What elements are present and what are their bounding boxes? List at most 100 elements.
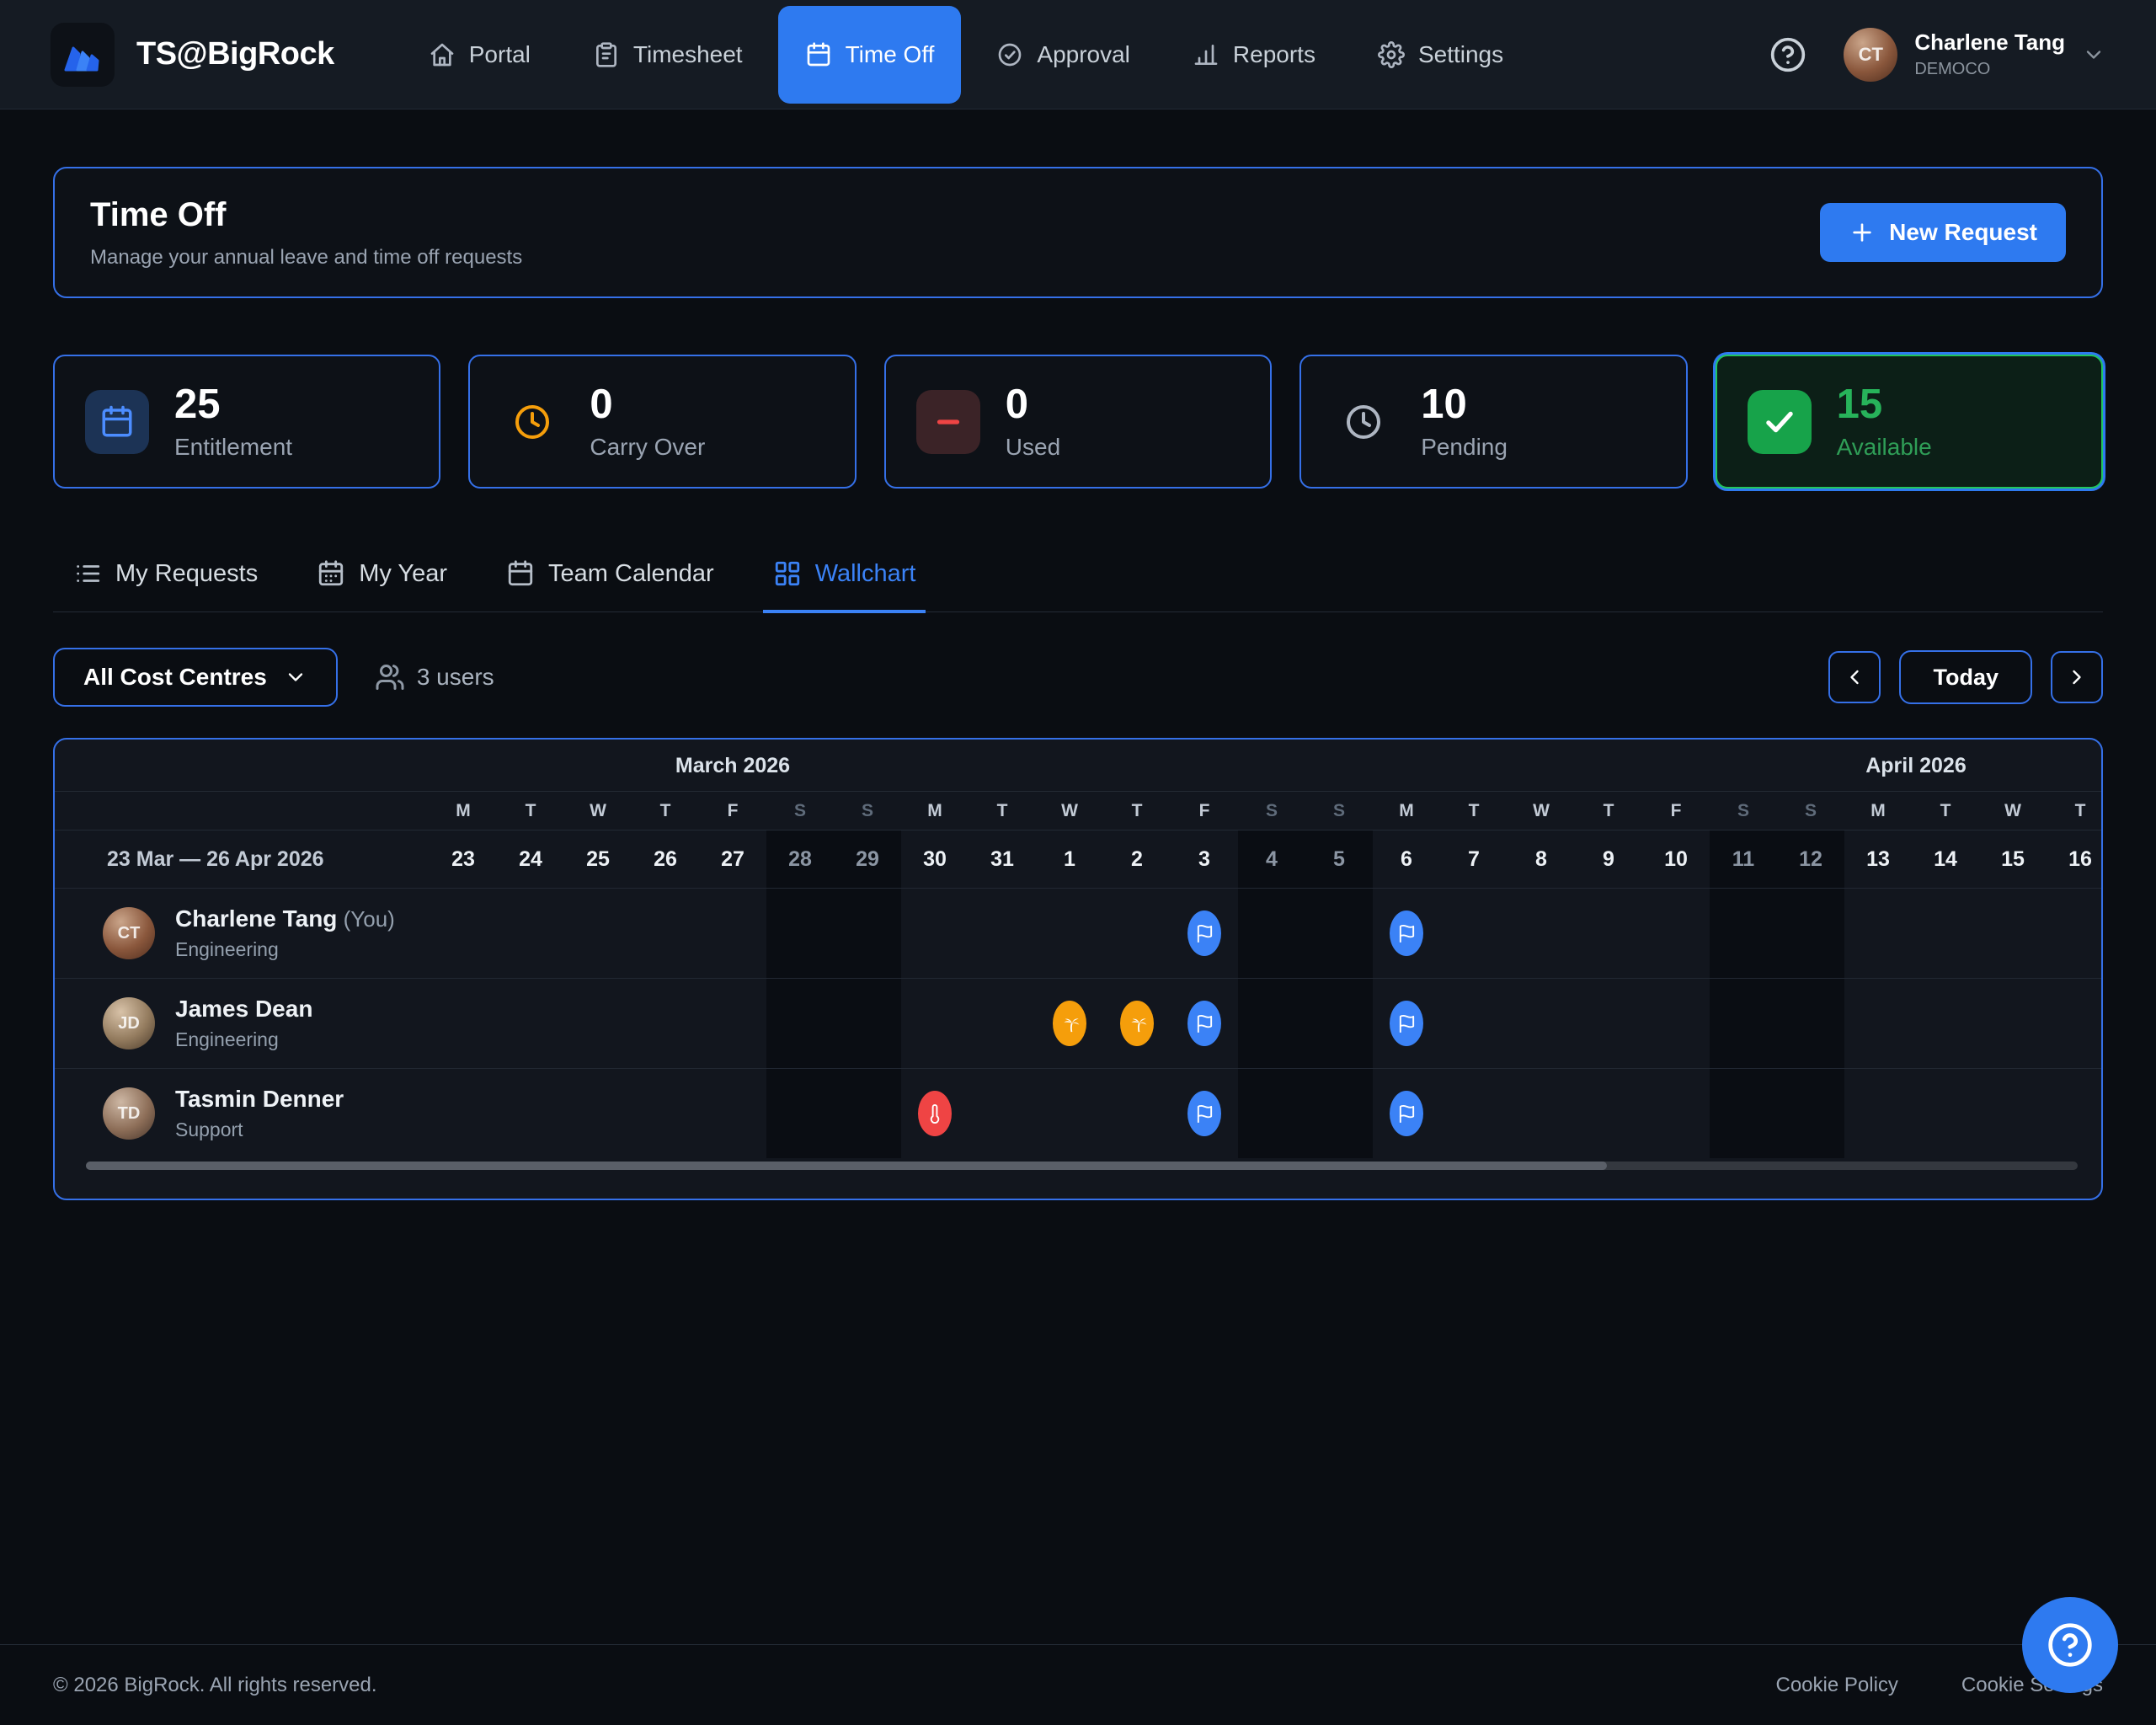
event-palm-badge[interactable] (1120, 1001, 1154, 1046)
nav-item-portal[interactable]: Portal (402, 6, 558, 104)
event-flag-badge[interactable] (1187, 911, 1221, 956)
day-cell[interactable] (1238, 889, 1305, 978)
cost-centre-dropdown[interactable]: All Cost Centres (53, 648, 338, 707)
tab-my-year[interactable]: My Year (307, 559, 457, 613)
day-cell[interactable] (699, 889, 766, 978)
event-flag-badge[interactable] (1390, 1001, 1423, 1046)
day-cell[interactable] (1575, 1069, 1642, 1158)
day-cell[interactable] (497, 979, 564, 1068)
day-cell[interactable] (1103, 889, 1171, 978)
day-cell[interactable] (1373, 889, 1440, 978)
day-cell[interactable] (699, 979, 766, 1068)
event-flag-badge[interactable] (1390, 911, 1423, 956)
day-cell[interactable] (632, 979, 699, 1068)
day-cell[interactable] (1912, 1069, 1979, 1158)
day-cell[interactable] (1305, 889, 1373, 978)
day-cell[interactable] (1642, 979, 1710, 1068)
help-circle-icon[interactable] (1769, 36, 1806, 73)
nav-item-approval[interactable]: Approval (969, 6, 1157, 104)
horizontal-scrollbar-thumb[interactable] (86, 1162, 1607, 1170)
day-cell[interactable] (1844, 1069, 1912, 1158)
day-cell[interactable] (430, 1069, 497, 1158)
nav-item-settings[interactable]: Settings (1351, 6, 1530, 104)
tab-my-requests[interactable]: My Requests (63, 559, 268, 613)
day-cell[interactable] (1777, 889, 1844, 978)
day-cell[interactable] (2047, 1069, 2103, 1158)
day-cell[interactable] (1912, 979, 1979, 1068)
next-period-button[interactable] (2051, 651, 2103, 703)
day-cell[interactable] (1508, 1069, 1575, 1158)
day-cell[interactable] (969, 979, 1036, 1068)
day-cell[interactable] (564, 979, 632, 1068)
event-flag-badge[interactable] (1390, 1091, 1423, 1136)
stat-card-carry-over[interactable]: 0Carry Over (468, 355, 856, 489)
tab-wallchart[interactable]: Wallchart (763, 559, 926, 613)
day-cell[interactable] (1305, 1069, 1373, 1158)
day-cell[interactable] (834, 979, 901, 1068)
day-cell[interactable] (1171, 1069, 1238, 1158)
day-cell[interactable] (1777, 1069, 1844, 1158)
event-flag-badge[interactable] (1187, 1091, 1221, 1136)
day-cell[interactable] (1642, 1069, 1710, 1158)
event-flag-badge[interactable] (1187, 1001, 1221, 1046)
day-cell[interactable] (1979, 1069, 2047, 1158)
new-request-button[interactable]: New Request (1820, 203, 2066, 262)
event-thermometer-badge[interactable] (918, 1091, 952, 1136)
day-cell[interactable] (834, 1069, 901, 1158)
nav-item-time-off[interactable]: Time Off (778, 6, 962, 104)
day-cell[interactable] (1979, 979, 2047, 1068)
day-cell[interactable] (766, 979, 834, 1068)
stat-card-used[interactable]: 0Used (884, 355, 1272, 489)
day-cell[interactable] (497, 889, 564, 978)
day-cell[interactable] (766, 1069, 834, 1158)
user-menu[interactable]: CT Charlene Tang DEMOCO (1844, 28, 2105, 82)
day-cell[interactable] (564, 1069, 632, 1158)
day-cell[interactable] (430, 979, 497, 1068)
day-cell[interactable] (1844, 979, 1912, 1068)
day-cell[interactable] (1238, 1069, 1305, 1158)
day-cell[interactable] (1171, 889, 1238, 978)
prev-period-button[interactable] (1828, 651, 1881, 703)
cookie-policy-link[interactable]: Cookie Policy (1776, 1674, 1898, 1697)
day-cell[interactable] (2047, 889, 2103, 978)
day-cell[interactable] (497, 1069, 564, 1158)
day-cell[interactable] (1440, 889, 1508, 978)
day-cell[interactable] (430, 889, 497, 978)
stat-card-available[interactable]: 15Available (1716, 355, 2103, 489)
day-cell[interactable] (1440, 1069, 1508, 1158)
day-cell[interactable] (1508, 889, 1575, 978)
day-cell[interactable] (1103, 1069, 1171, 1158)
day-cell[interactable] (1979, 889, 2047, 978)
day-cell[interactable] (1440, 979, 1508, 1068)
day-cell[interactable] (1710, 979, 1777, 1068)
day-cell[interactable] (1912, 889, 1979, 978)
day-cell[interactable] (632, 889, 699, 978)
day-cell[interactable] (1575, 979, 1642, 1068)
day-cell[interactable] (1642, 889, 1710, 978)
day-cell[interactable] (1036, 889, 1103, 978)
day-cell[interactable] (1575, 889, 1642, 978)
stat-card-entitlement[interactable]: 25Entitlement (53, 355, 440, 489)
day-cell[interactable] (1373, 979, 1440, 1068)
nav-item-timesheet[interactable]: Timesheet (566, 6, 770, 104)
today-button[interactable]: Today (1899, 650, 2032, 704)
day-cell[interactable] (564, 889, 632, 978)
day-cell[interactable] (1777, 979, 1844, 1068)
day-cell[interactable] (1710, 889, 1777, 978)
day-cell[interactable] (1373, 1069, 1440, 1158)
event-palm-badge[interactable] (1053, 1001, 1086, 1046)
nav-item-reports[interactable]: Reports (1166, 6, 1342, 104)
day-cell[interactable] (901, 979, 969, 1068)
tab-team-calendar[interactable]: Team Calendar (496, 559, 724, 613)
day-cell[interactable] (1305, 979, 1373, 1068)
day-cell[interactable] (1710, 1069, 1777, 1158)
day-cell[interactable] (1103, 979, 1171, 1068)
day-cell[interactable] (1238, 979, 1305, 1068)
day-cell[interactable] (632, 1069, 699, 1158)
help-fab-button[interactable] (2022, 1597, 2118, 1693)
day-cell[interactable] (699, 1069, 766, 1158)
day-cell[interactable] (969, 1069, 1036, 1158)
stat-card-pending[interactable]: 10Pending (1299, 355, 1687, 489)
day-cell[interactable] (2047, 979, 2103, 1068)
day-cell[interactable] (969, 889, 1036, 978)
